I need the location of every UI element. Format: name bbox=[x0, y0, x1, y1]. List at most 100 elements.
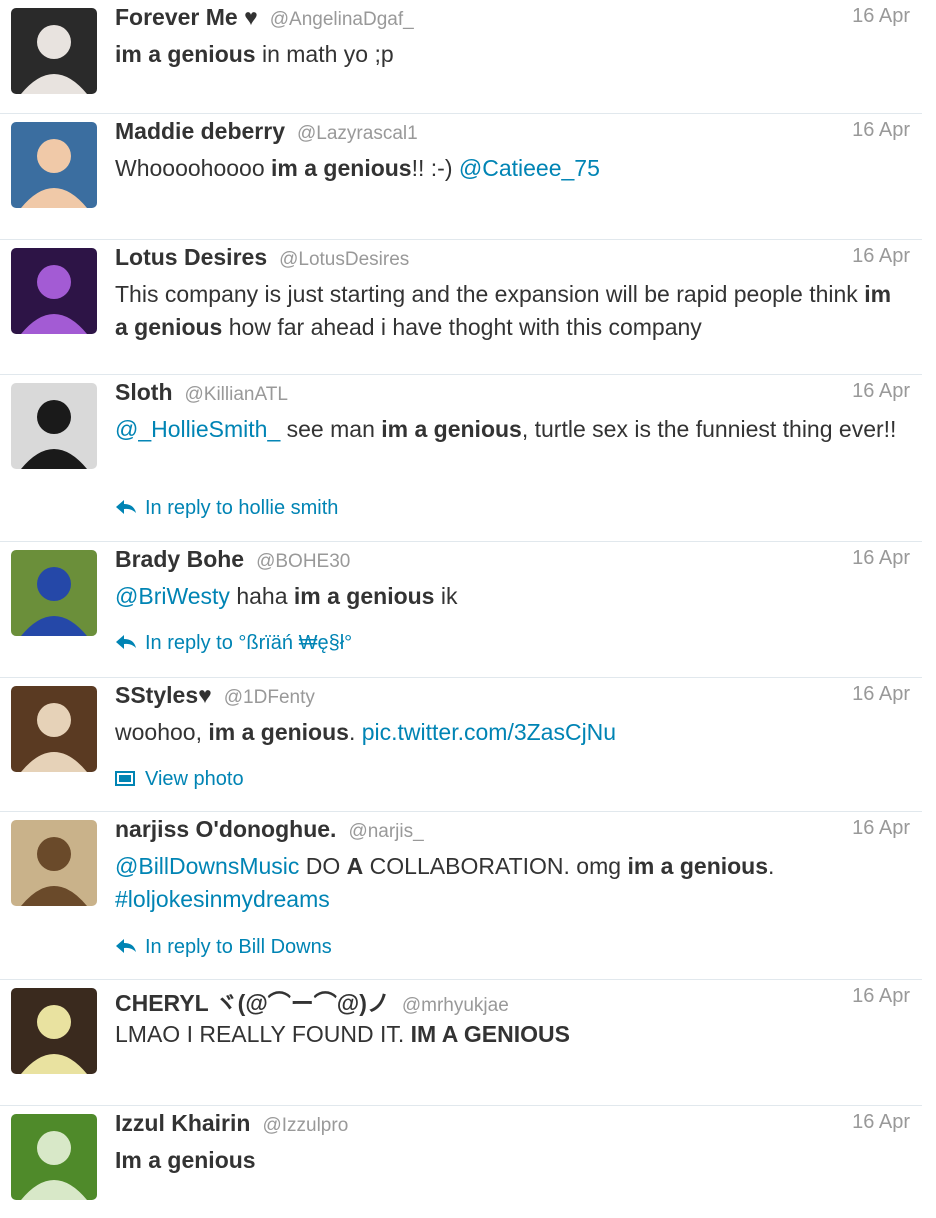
tweet-item[interactable]: Forever Me ♥ @AngelinaDgaf_ 16 Apr im a gen… bbox=[0, 0, 922, 114]
user-handle[interactable]: @1DFenty bbox=[224, 687, 315, 708]
tweet-header: Izzul Khairin @Izzulpro bbox=[115, 1110, 910, 1144]
in-reply-to-link[interactable]: In reply to Bill Downs bbox=[115, 936, 332, 961]
reply-label: In reply to hollie smith bbox=[145, 497, 339, 519]
user-handle[interactable]: @LotusDesires bbox=[279, 249, 409, 270]
tweet-header: SStyles♥ @1DFenty bbox=[115, 682, 910, 716]
highlighted-text: im a genious bbox=[627, 853, 769, 879]
highlighted-text: im a genious bbox=[293, 583, 435, 609]
tweet-text-segment: Whoooohoooo bbox=[115, 155, 272, 181]
user-name[interactable]: Forever Me ♥ bbox=[115, 4, 258, 30]
user-handle[interactable]: @narjis_ bbox=[348, 821, 423, 842]
user-handle[interactable]: @Izzulpro bbox=[262, 1115, 348, 1136]
highlighted-text: A bbox=[346, 853, 364, 879]
tweet-text: @_HollieSmith_ see man im a genious, tur… bbox=[115, 413, 905, 446]
avatar[interactable] bbox=[11, 122, 97, 208]
tweet-link[interactable]: #loljokesinmydreams bbox=[115, 886, 330, 912]
highlighted-text: im a genious bbox=[271, 155, 412, 181]
user-handle[interactable]: @Lazyrascal1 bbox=[297, 123, 418, 144]
reply-arrow-icon bbox=[115, 937, 139, 961]
tweet-header: Maddie deberry @Lazyrascal1 bbox=[115, 118, 910, 152]
tweet-feed: Forever Me ♥ @AngelinaDgaf_ 16 Apr im a gen… bbox=[0, 0, 936, 1218]
user-handle[interactable]: @BOHE30 bbox=[256, 551, 350, 572]
tweet-text-segment: . bbox=[768, 853, 775, 879]
tweet-text-segment: see man bbox=[280, 416, 382, 442]
tweet-link[interactable]: @_HollieSmith_ bbox=[115, 416, 280, 442]
tweet-timestamp[interactable]: 16 Apr bbox=[852, 1111, 910, 1134]
tweet-text: Im a genious bbox=[115, 1144, 905, 1177]
tweet-text: This company is just starting and the ex… bbox=[115, 278, 905, 344]
highlighted-text: IM A GENIOUS bbox=[410, 1021, 570, 1047]
tweet-text-segment: in math yo ;p bbox=[255, 41, 394, 67]
tweet-header: narjiss O'donoghue. @narjis_ bbox=[115, 816, 910, 850]
tweet-timestamp[interactable]: 16 Apr bbox=[852, 683, 910, 706]
photo-label: View photo bbox=[145, 768, 244, 790]
user-handle[interactable]: @KillianATL bbox=[185, 384, 288, 405]
tweet-item[interactable]: CHERYL ヾ(@⌒ー⌒@)ノ @mrhyukjae 16 Apr LMAO I R… bbox=[0, 980, 922, 1106]
tweet-timestamp[interactable]: 16 Apr bbox=[852, 245, 910, 268]
tweet-text-segment: LMAO I REALLY FOUND IT. bbox=[115, 1021, 411, 1047]
user-name[interactable]: Brady Bohe bbox=[115, 546, 244, 572]
avatar[interactable] bbox=[11, 686, 97, 772]
avatar[interactable] bbox=[11, 550, 97, 636]
user-name[interactable]: Maddie deberry bbox=[115, 118, 285, 144]
avatar[interactable] bbox=[11, 248, 97, 334]
in-reply-to-link[interactable]: In reply to °ßrïäń ₩ę§ł° bbox=[115, 632, 352, 657]
tweet-item[interactable]: Sloth @KillianATL 16 Apr @_HollieSmith_ see… bbox=[0, 375, 922, 542]
tweet-timestamp[interactable]: 16 Apr bbox=[852, 817, 910, 840]
user-name[interactable]: SStyles♥ bbox=[115, 682, 212, 708]
tweet-timestamp[interactable]: 16 Apr bbox=[852, 985, 910, 1008]
tweet-text-segment: . bbox=[348, 719, 362, 745]
user-name[interactable]: Sloth bbox=[115, 379, 173, 405]
view-photo-link[interactable]: View photo bbox=[115, 768, 244, 793]
tweet-header: Sloth @KillianATL bbox=[115, 379, 910, 413]
avatar-head bbox=[37, 1131, 71, 1165]
tweet-text: Whoooohoooo im a genious!! :-) @Catieee_… bbox=[115, 152, 905, 185]
user-handle[interactable]: @mrhyukjae bbox=[402, 995, 509, 1016]
tweet-timestamp[interactable]: 16 Apr bbox=[852, 119, 910, 142]
avatar-head bbox=[37, 1005, 71, 1039]
tweet-text: LMAO I REALLY FOUND IT. IM A GENIOUS bbox=[115, 1018, 905, 1051]
tweet-header: Brady Bohe @BOHE30 bbox=[115, 546, 910, 580]
tweet-link[interactable]: pic.twitter.com/3ZasCjNu bbox=[362, 719, 616, 745]
tweet-text-segment: , turtle sex is the funniest thing ever!… bbox=[521, 416, 897, 442]
tweet-item[interactable]: narjiss O'donoghue. @narjis_ 16 Apr @BillDo… bbox=[0, 812, 922, 980]
tweet-link[interactable]: @BriWesty bbox=[115, 583, 230, 609]
tweet-text-segment: !! :-) bbox=[411, 155, 459, 181]
tweet-timestamp[interactable]: 16 Apr bbox=[852, 547, 910, 570]
user-name[interactable]: CHERYL ヾ(@⌒ー⌒@)ノ bbox=[115, 990, 390, 1016]
tweet-timestamp[interactable]: 16 Apr bbox=[852, 380, 910, 403]
tweet-link[interactable]: @Catieee_75 bbox=[459, 155, 600, 181]
highlighted-text: im a genious bbox=[208, 719, 349, 745]
avatar-head bbox=[37, 265, 71, 299]
avatar-head bbox=[37, 400, 71, 434]
tweet-text: woohoo, im a genious. pic.twitter.com/3Z… bbox=[115, 716, 905, 749]
highlighted-text: im a genious bbox=[115, 41, 256, 67]
user-name[interactable]: Izzul Khairin bbox=[115, 1110, 250, 1136]
in-reply-to-link[interactable]: In reply to hollie smith bbox=[115, 497, 338, 522]
highlighted-text: im a genious bbox=[381, 416, 522, 442]
tweet-text-segment: haha bbox=[229, 583, 294, 609]
tweet-text-segment: ik bbox=[434, 583, 458, 609]
tweet-item[interactable]: Maddie deberry @Lazyrascal1 16 Apr Whooooho… bbox=[0, 114, 922, 240]
avatar[interactable] bbox=[11, 383, 97, 469]
avatar[interactable] bbox=[11, 988, 97, 1074]
user-handle[interactable]: @AngelinaDgaf_ bbox=[270, 9, 414, 30]
tweet-link[interactable]: @BillDownsMusic bbox=[115, 853, 299, 879]
avatar[interactable] bbox=[11, 8, 97, 94]
tweet-item[interactable]: Brady Bohe @BOHE30 16 Apr @BriWesty haha im… bbox=[0, 542, 922, 678]
tweet-item[interactable]: Lotus Desires @LotusDesires 16 Apr This com… bbox=[0, 240, 922, 375]
avatar[interactable] bbox=[11, 820, 97, 906]
avatar[interactable] bbox=[11, 1114, 97, 1200]
tweet-item[interactable]: Izzul Khairin @Izzulpro 16 Apr Im a genious bbox=[0, 1106, 922, 1218]
user-name[interactable]: narjiss O'donoghue. bbox=[115, 816, 336, 842]
avatar-head bbox=[37, 139, 71, 173]
avatar-head bbox=[37, 837, 71, 871]
tweet-text: @BriWesty haha im a genious ik bbox=[115, 580, 905, 613]
tweet-item[interactable]: SStyles♥ @1DFenty 16 Apr woohoo, im a genio… bbox=[0, 678, 922, 812]
tweet-header: CHERYL ヾ(@⌒ー⌒@)ノ @mrhyukjae bbox=[115, 984, 910, 1018]
photo-icon bbox=[115, 769, 139, 793]
tweet-header: Forever Me ♥ @AngelinaDgaf_ bbox=[115, 4, 910, 38]
avatar-head bbox=[37, 567, 71, 601]
tweet-timestamp[interactable]: 16 Apr bbox=[852, 5, 910, 28]
user-name[interactable]: Lotus Desires bbox=[115, 244, 267, 270]
